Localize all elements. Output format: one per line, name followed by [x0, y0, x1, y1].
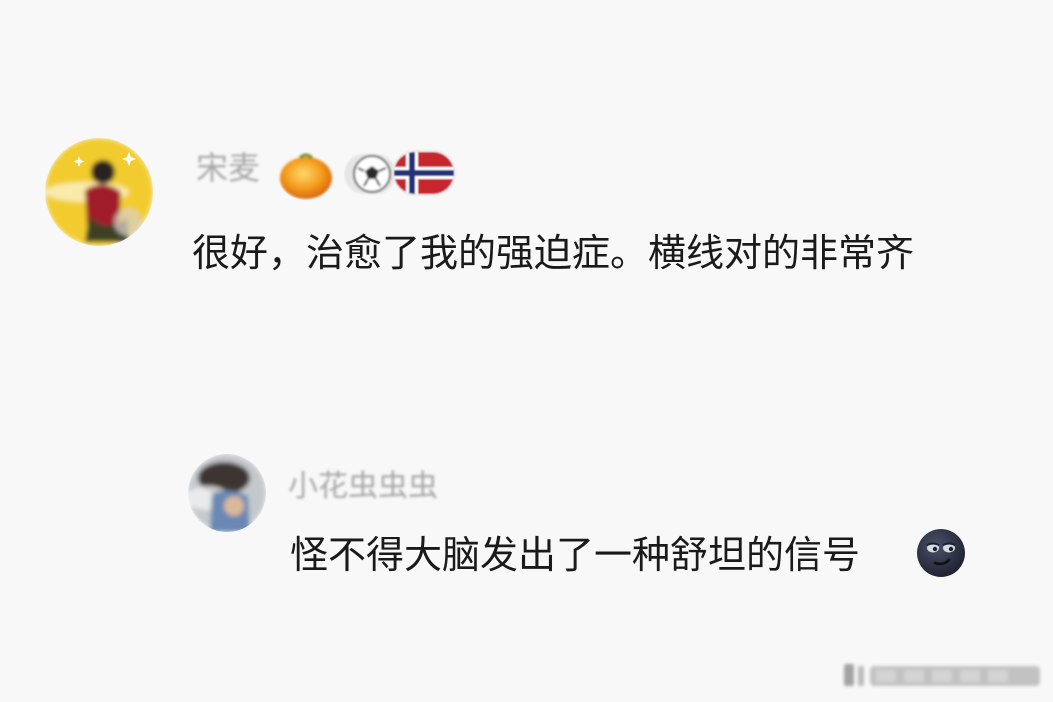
comment-text: 很好，治愈了我的强迫症。横线对的非常齐 — [192, 231, 915, 275]
avatar[interactable] — [188, 454, 266, 532]
norway-flag-icon — [392, 148, 458, 198]
comment-item: 小花虫虫虫 怪不得大脑发出了一种舒坦的信号 — [0, 430, 1053, 610]
smirk-emoji-icon — [916, 528, 966, 578]
watermark — [840, 662, 1045, 688]
orange-badge-icon — [278, 152, 334, 200]
username[interactable]: 宋麦 — [196, 148, 260, 188]
comment-text: 怪不得大脑发出了一种舒坦的信号 — [290, 533, 861, 577]
avatar[interactable] — [45, 138, 153, 246]
avatar-image — [45, 138, 153, 246]
avatar-image — [188, 454, 266, 532]
username[interactable]: 小花虫虫虫 — [288, 468, 438, 506]
comment-item: 宋麦 很好，治愈了我的强迫症。横线对的非常齐 — [0, 0, 1053, 320]
soccer-ball-icon — [344, 150, 396, 198]
